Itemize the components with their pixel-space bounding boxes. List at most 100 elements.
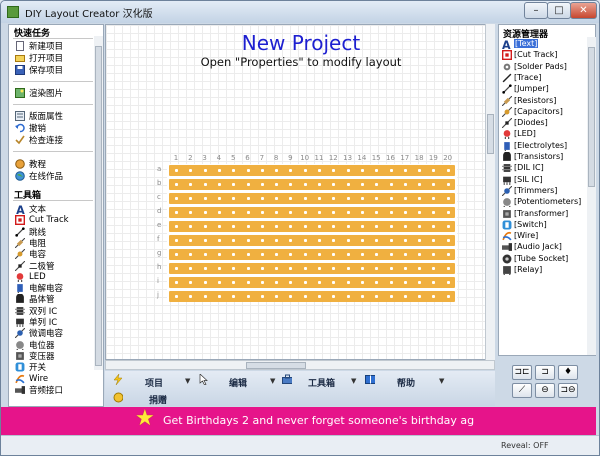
tool-item[interactable]: 电解电容 [15,282,63,294]
tool-item[interactable]: 单列 IC [15,316,57,328]
task-tutorial[interactable]: 教程 [15,158,46,170]
resource-item-label: [Cut Track] [514,50,558,60]
task-render-image[interactable]: 渲染图片 [15,87,63,99]
resource-item[interactable]: [Switch] [502,219,547,230]
copper-strip[interactable] [169,291,455,302]
strip-hole [346,253,350,256]
canvas-vscroll-thumb[interactable] [487,114,494,154]
strip-hole [375,253,379,256]
copper-strip[interactable] [169,263,455,274]
task-open-project[interactable]: 打开项目 [15,52,63,64]
resource-item[interactable]: [Potentiometers] [502,196,581,208]
tool-button-2[interactable]: ⊐ [535,365,555,380]
right-scrollbar[interactable] [587,37,596,355]
resource-item[interactable]: [Diodes] [501,117,548,129]
task-save-project[interactable]: 保存项目 [15,64,63,76]
resource-item[interactable]: [LED] [502,128,536,140]
tool-button-4[interactable]: ⟋ [512,383,532,398]
row-label: g [157,249,162,257]
strip-hole [275,225,279,228]
left-scrollbar[interactable] [94,36,103,370]
close-button[interactable]: ✕ [570,2,597,19]
strip-hole [260,239,264,242]
status-bar: Reveal: OFF [1,435,599,455]
tool-item[interactable]: 音频接口 [15,384,63,396]
tool-button-1[interactable]: ⊐⊏ [512,365,532,380]
resource-item[interactable]: [Capacitors] [501,106,563,118]
strip-hole [389,267,393,270]
tool-item[interactable]: 二极管 [14,260,55,272]
copper-strip[interactable] [169,193,455,204]
task-online-works[interactable]: 在线作品 [15,170,63,182]
resource-item[interactable]: [Transistors] [502,151,563,162]
resource-item[interactable]: [Jumper] [502,83,549,94]
canvas-horizontal-scrollbar[interactable] [105,360,495,370]
strip-hole [318,295,321,298]
left-scroll-thumb[interactable] [95,46,102,366]
strip-hole [318,239,321,242]
resource-item[interactable]: [Trace] [502,72,541,83]
strip-hole [389,183,393,186]
resource-item[interactable]: [Resistors] [501,95,556,106]
strip-hole [346,183,350,186]
resource-item[interactable]: [Transformer] [502,208,568,219]
tool-button-5[interactable]: ⊖ [535,383,555,398]
strip-hole [232,183,236,186]
divider [13,104,93,105]
tool-item[interactable]: Cut Track [14,214,69,226]
tool-item[interactable]: 电阻 [14,237,46,249]
copper-strip[interactable] [169,277,455,288]
tool-item[interactable]: 开关 [15,361,46,373]
tool-item[interactable]: 晶体管 [15,293,55,305]
resource-item[interactable]: [Solder Pads] [502,61,567,72]
resource-item[interactable]: [DIL IC] [502,162,544,173]
right-scroll-thumb[interactable] [588,47,595,187]
strip-hole [189,183,193,186]
copper-strip[interactable] [169,235,455,246]
tool-button-6[interactable]: ⊐⊖ [558,383,578,398]
tool-item[interactable]: 跳线 [15,226,46,238]
resource-item[interactable]: A [Text] [502,38,539,52]
task-check-connections[interactable]: 检查连接 [15,134,63,146]
resource-item[interactable]: [Tube Socket] [502,253,568,264]
copper-strip[interactable] [169,207,455,218]
tool-item[interactable]: A 文本 [15,203,46,217]
tool-item[interactable]: LED [15,271,46,283]
resource-item[interactable]: [Cut Track] [501,49,558,61]
menu-toolbox[interactable]: 工具箱 [308,376,335,389]
resource-item[interactable]: [Electrolytes] [502,140,567,151]
strip-hole [375,183,379,186]
strip-hole [360,295,364,298]
canvas-vertical-scrollbar[interactable] [485,24,495,360]
resource-item[interactable]: [Relay] [502,264,542,275]
stripboard[interactable]: 1 2 3 4 5 6 7 8 9 10 11 12 13 14 15 16 17 18 19 20 a b c d e f g h i… [157,154,457,302]
tool-item[interactable]: Wire [15,373,48,385]
tool-item[interactable]: 电容 [14,248,46,260]
copper-strip[interactable] [169,249,455,260]
minimize-button[interactable]: – [524,2,548,19]
task-layout-properties[interactable]: 版面属性 [15,110,63,122]
resource-item[interactable]: [Trimmers] [501,185,557,197]
menu-donate[interactable]: 捐赠 [149,393,167,406]
copper-strip[interactable] [169,221,455,232]
layout-canvas[interactable]: New Project Open "Properties" to modify … [105,24,495,360]
ad-text[interactable]: Get Birthdays 2 and never forget someone… [163,414,474,427]
menu-edit[interactable]: 编辑 [229,376,247,389]
resource-item[interactable]: [SIL IC] [502,174,543,185]
maximize-button[interactable]: □ [547,2,571,19]
task-undo[interactable]: 撤销 [15,122,46,134]
tool-item[interactable]: 变压器 [15,350,55,362]
task-new-project[interactable]: 新建项目 [15,40,63,52]
menu-help[interactable]: 帮助 [397,376,415,389]
canvas-hscroll-thumb[interactable] [246,362,306,369]
app-window: DIY Layout Creator 汉化版 – □ ✕ 快速任务 新建项目 打… [0,0,600,456]
menu-project[interactable]: 项目 [145,376,163,389]
tool-button-3[interactable]: ♦ [558,365,578,380]
copper-strip[interactable] [169,165,455,176]
resource-item[interactable]: [Audio Jack] [502,241,562,252]
tool-item[interactable]: 双列 IC [15,305,57,317]
tool-item[interactable]: 微调电容 [14,327,63,339]
tool-item[interactable]: 电位器 [15,339,55,351]
copper-strip[interactable] [169,179,455,190]
resource-item[interactable]: [Wire] [502,230,538,241]
